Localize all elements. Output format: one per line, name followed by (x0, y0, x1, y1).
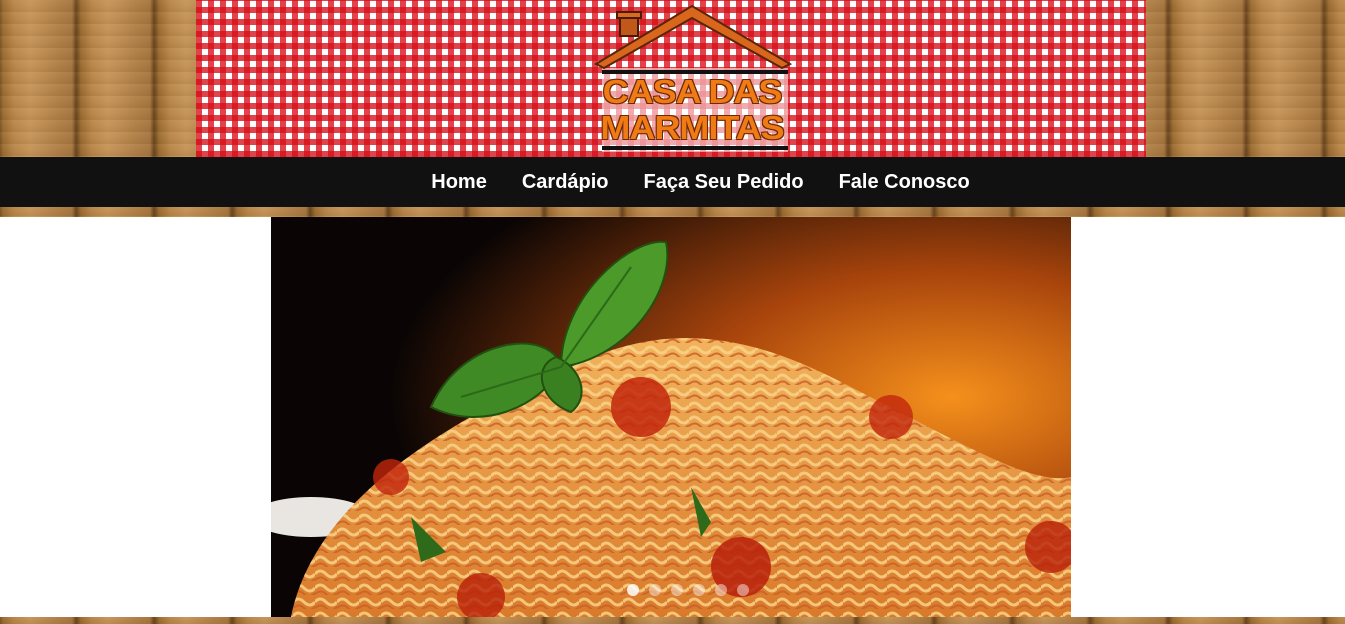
image-slider[interactable] (271, 217, 1071, 617)
logo-text-line1: CASA DAS (602, 72, 783, 111)
spaghetti-photo (271, 217, 1071, 617)
house-roof-icon (594, 4, 793, 70)
main-content (0, 217, 1345, 617)
slider-dot[interactable] (627, 584, 639, 596)
nav-home[interactable]: Home (431, 171, 487, 194)
site-logo[interactable]: CASA DAS MARMITAS (594, 4, 796, 154)
slider-dot[interactable] (693, 584, 705, 596)
logo-bottom-bar (602, 146, 788, 150)
slider-dot[interactable] (737, 584, 749, 596)
nav-fale-conosco[interactable]: Fale Conosco (839, 171, 970, 194)
slider-dots (271, 584, 1071, 596)
nav-cardapio[interactable]: Cardápio (522, 171, 609, 194)
nav-faca-seu-pedido[interactable]: Faça Seu Pedido (644, 171, 804, 194)
logo-text-line2: MARMITAS (600, 108, 784, 147)
header-banner: CASA DAS MARMITAS (196, 0, 1146, 157)
slider-dot[interactable] (671, 584, 683, 596)
slider-dot[interactable] (715, 584, 727, 596)
main-navbar: Home Cardápio Faça Seu Pedido Fale Conos… (0, 157, 1345, 207)
slider-dot[interactable] (649, 584, 661, 596)
